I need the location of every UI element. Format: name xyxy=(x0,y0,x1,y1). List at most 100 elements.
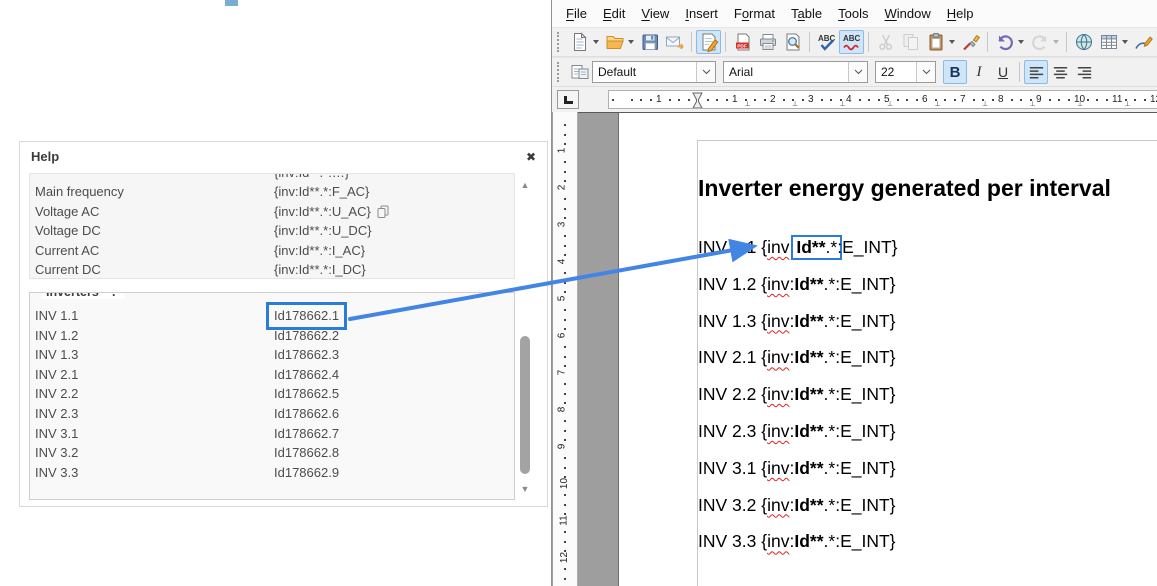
document-line[interactable]: INV 3.3 {inv:Id**.*:E_INT} xyxy=(698,531,896,552)
ruler-number: 9 xyxy=(1036,94,1042,105)
paste-button[interactable] xyxy=(923,30,948,54)
email-document-button[interactable] xyxy=(662,30,687,54)
bold-button[interactable]: B xyxy=(943,60,967,84)
document-line[interactable]: INV 1.2 {inv:Id**.*:E_INT} xyxy=(698,274,896,295)
vertical-ruler[interactable]: 123456789101112 xyxy=(553,112,578,586)
open-button[interactable] xyxy=(602,30,627,54)
menu-help[interactable]: Help xyxy=(939,3,982,24)
insert-table-button[interactable] xyxy=(1096,30,1121,54)
ruler-tick xyxy=(916,99,918,101)
copy-icon[interactable] xyxy=(371,204,389,219)
menu-tools[interactable]: Tools xyxy=(830,3,876,24)
toolbar-separator xyxy=(868,32,869,52)
italic-button[interactable]: I xyxy=(967,60,991,84)
parameter-row: Current AC{inv:Id**.*:I_AC} xyxy=(30,241,514,261)
chevron-down-icon[interactable] xyxy=(696,62,715,82)
document-line[interactable]: INV 1.3 {inv:Id**.*:E_INT} xyxy=(698,311,896,332)
undo-button[interactable] xyxy=(992,30,1017,54)
undo-dropdown-icon[interactable] xyxy=(1018,40,1024,44)
new-document-button[interactable] xyxy=(567,30,592,54)
toolbar-grip[interactable] xyxy=(557,32,562,52)
document-line[interactable]: INV 2.2 {inv:Id**.*:E_INT} xyxy=(698,384,896,405)
toolbar-separator xyxy=(691,32,692,52)
paragraph-style-combo[interactable]: Default xyxy=(592,61,716,83)
toolbar-separator xyxy=(809,32,810,52)
ruler-tick xyxy=(1096,99,1098,101)
spelling-button[interactable]: ABC xyxy=(814,30,839,54)
new-document-dropdown-icon[interactable] xyxy=(593,40,599,44)
ruler-tick xyxy=(1058,99,1060,101)
document-line[interactable]: INV 2.1 {inv:Id**.*:E_INT} xyxy=(698,347,896,368)
chevron-down-icon[interactable] xyxy=(848,62,867,82)
scroll-up-icon[interactable]: ▲ xyxy=(519,179,531,191)
styles-panel-button[interactable] xyxy=(567,60,592,84)
menu-file[interactable]: File xyxy=(558,3,595,24)
document-line[interactable]: INV 3.2 {inv:Id**.*:E_INT} xyxy=(698,495,896,516)
font-name-value: Arial xyxy=(724,65,848,79)
document-line[interactable]: INV 1.1 {inv:Id**.*:E_INT} xyxy=(698,237,898,258)
save-button[interactable] xyxy=(637,30,662,54)
menu-insert[interactable]: Insert xyxy=(677,3,726,24)
document-page[interactable]: Inverter energy generated per interval I… xyxy=(618,113,1157,586)
ruler-tick xyxy=(564,319,566,321)
placeholder-id-bold: Id** xyxy=(794,347,823,367)
parameter-row-clipped: {inv:Id**.*:…} xyxy=(30,174,514,182)
ruler-number: 9 xyxy=(556,444,567,450)
toolbar-separator xyxy=(1066,32,1067,52)
font-name-combo[interactable]: Arial xyxy=(723,61,868,83)
tab-stop-mark: ⊥ xyxy=(840,100,846,108)
ruler-number: 3 xyxy=(556,222,567,228)
cut-button[interactable] xyxy=(873,30,898,54)
redo-dropdown-icon[interactable] xyxy=(1053,40,1059,44)
close-icon[interactable]: ✖ xyxy=(522,148,540,166)
underline-button[interactable]: U xyxy=(991,60,1015,84)
copy-button[interactable] xyxy=(898,30,923,54)
print-button[interactable] xyxy=(755,30,780,54)
indent-marker[interactable] xyxy=(692,92,703,109)
ruler-tick xyxy=(1106,99,1108,101)
edit-mode-button[interactable] xyxy=(696,30,721,54)
menu-window[interactable]: Window xyxy=(877,3,939,24)
horizontal-ruler[interactable]: 1123456789101112⊥⊥⊥⊥⊥⊥⊥⊥⊥ xyxy=(608,90,1157,109)
scrollbar-thumb[interactable] xyxy=(520,336,530,474)
placeholder-id-bold: Id** xyxy=(794,384,823,404)
menu-edit[interactable]: Edit xyxy=(595,3,633,24)
auto-spellcheck-button[interactable]: ABC xyxy=(839,30,864,54)
inverter-label: INV 3.2 xyxy=(35,443,78,463)
menu-table[interactable]: Table xyxy=(783,3,830,24)
align-right-button[interactable] xyxy=(1072,60,1096,84)
export-pdf-button[interactable]: PDF xyxy=(730,30,755,54)
tab-stop-selector[interactable] xyxy=(557,90,579,109)
inverter-row: INV 2.2Id178662.5 xyxy=(30,384,514,404)
insert-table-dropdown-icon[interactable] xyxy=(1122,40,1128,44)
inverter-id-value: Id178662.1 xyxy=(274,306,347,326)
ruler-number: 5 xyxy=(556,296,567,302)
align-left-button[interactable] xyxy=(1024,60,1048,84)
document-line[interactable]: INV 2.3 {inv:Id**.*:E_INT} xyxy=(698,421,896,442)
document-line[interactable]: INV 3.1 {inv:Id**.*:E_INT} xyxy=(698,458,896,479)
text-boundary-top xyxy=(697,140,1157,141)
ruler-tick xyxy=(564,134,566,136)
paste-dropdown-icon[interactable] xyxy=(949,40,955,44)
draw-functions-button[interactable] xyxy=(1131,30,1156,54)
ruler-number: 4 xyxy=(556,259,567,265)
toolbar-grip[interactable] xyxy=(557,62,562,82)
ruler-tick xyxy=(821,99,823,101)
scroll-down-icon[interactable]: ▼ xyxy=(519,483,531,495)
ruler-tick xyxy=(859,99,861,101)
parameter-value: {inv:Id**.*:U_DC} xyxy=(274,221,372,241)
chevron-down-icon[interactable] xyxy=(916,62,935,82)
open-dropdown-icon[interactable] xyxy=(628,40,634,44)
menu-format[interactable]: Format xyxy=(726,3,783,24)
ruler-tick xyxy=(564,420,566,422)
print-preview-button[interactable] xyxy=(780,30,805,54)
hyperlink-button[interactable] xyxy=(1071,30,1096,54)
redo-button[interactable] xyxy=(1027,30,1052,54)
ruler-tick xyxy=(802,99,804,101)
font-size-combo[interactable]: 22 xyxy=(875,61,936,83)
menu-view[interactable]: View xyxy=(633,3,677,24)
inverter-label: INV 3.1 xyxy=(35,424,78,444)
align-center-button[interactable] xyxy=(1048,60,1072,84)
clone-formatting-button[interactable] xyxy=(958,30,983,54)
ruler-tick xyxy=(564,457,566,459)
